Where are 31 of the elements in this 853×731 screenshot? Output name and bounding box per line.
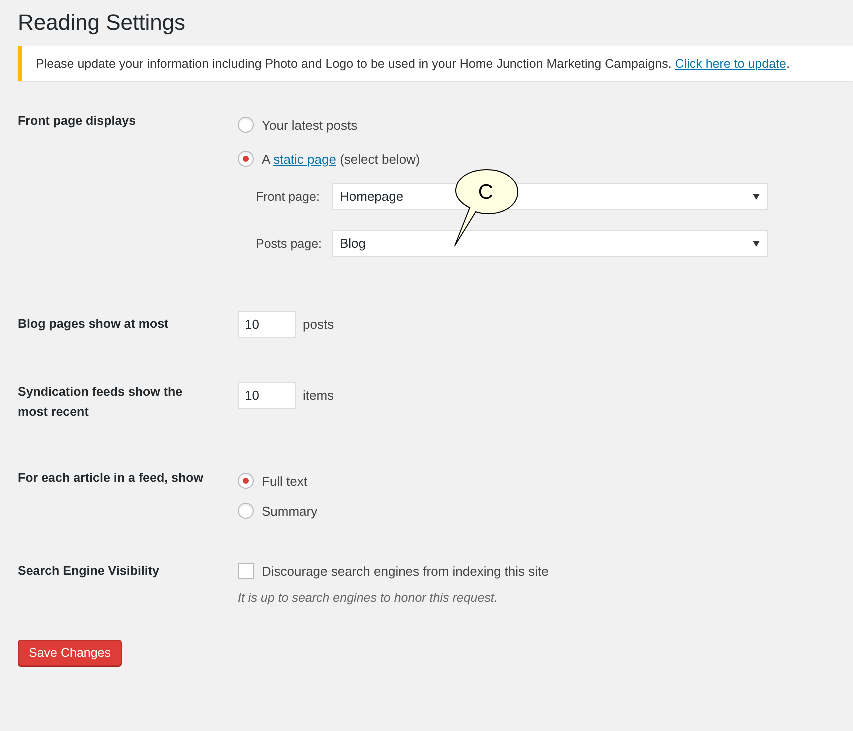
notice-text: Please update your information including Photo and Logo to be used in your Home Junction Marketing Campaigns. Click here to update.: [36, 57, 790, 71]
caret-icon: [753, 240, 760, 246]
option-label: Full text: [262, 474, 308, 488]
unit-label: items: [303, 388, 334, 403]
number-field[interactable]: 10: [238, 382, 296, 409]
option-label: Your latest posts: [262, 118, 358, 132]
radio-button[interactable]: [238, 151, 254, 167]
static-page-link[interactable]: static page: [274, 152, 336, 166]
checkbox-label: Discourage search engines from indexing this site: [262, 564, 549, 578]
setting-label: Front page displays: [18, 113, 138, 130]
select-label: Posts page:: [256, 236, 324, 250]
checkbox[interactable]: [238, 563, 254, 579]
caret-icon: [753, 194, 760, 200]
setting-label: For each article in a feed, show: [18, 470, 204, 487]
page-title: Reading Settings: [18, 10, 187, 36]
page-dropdown[interactable]: Blog: [332, 230, 768, 257]
option-label: A static page (select below): [262, 152, 420, 166]
radio-button[interactable]: [238, 473, 254, 489]
radio-button[interactable]: [238, 503, 254, 519]
callout-letter: C: [478, 181, 494, 204]
number-field[interactable]: 10: [238, 311, 296, 338]
setting-label: Syndication feeds show the most recent: [18, 384, 184, 421]
update-link[interactable]: Click here to update: [675, 57, 786, 71]
save-button[interactable]: Save Changes: [18, 640, 122, 666]
setting-label: Search Engine Visibility: [18, 563, 160, 580]
option-label: Summary: [262, 504, 318, 518]
description-text: It is up to search engines to honor this request.: [238, 591, 499, 605]
radio-button[interactable]: [238, 117, 254, 133]
setting-label: Blog pages show at most: [18, 316, 170, 333]
unit-label: posts: [303, 317, 334, 332]
select-label: Front page:: [256, 190, 321, 204]
